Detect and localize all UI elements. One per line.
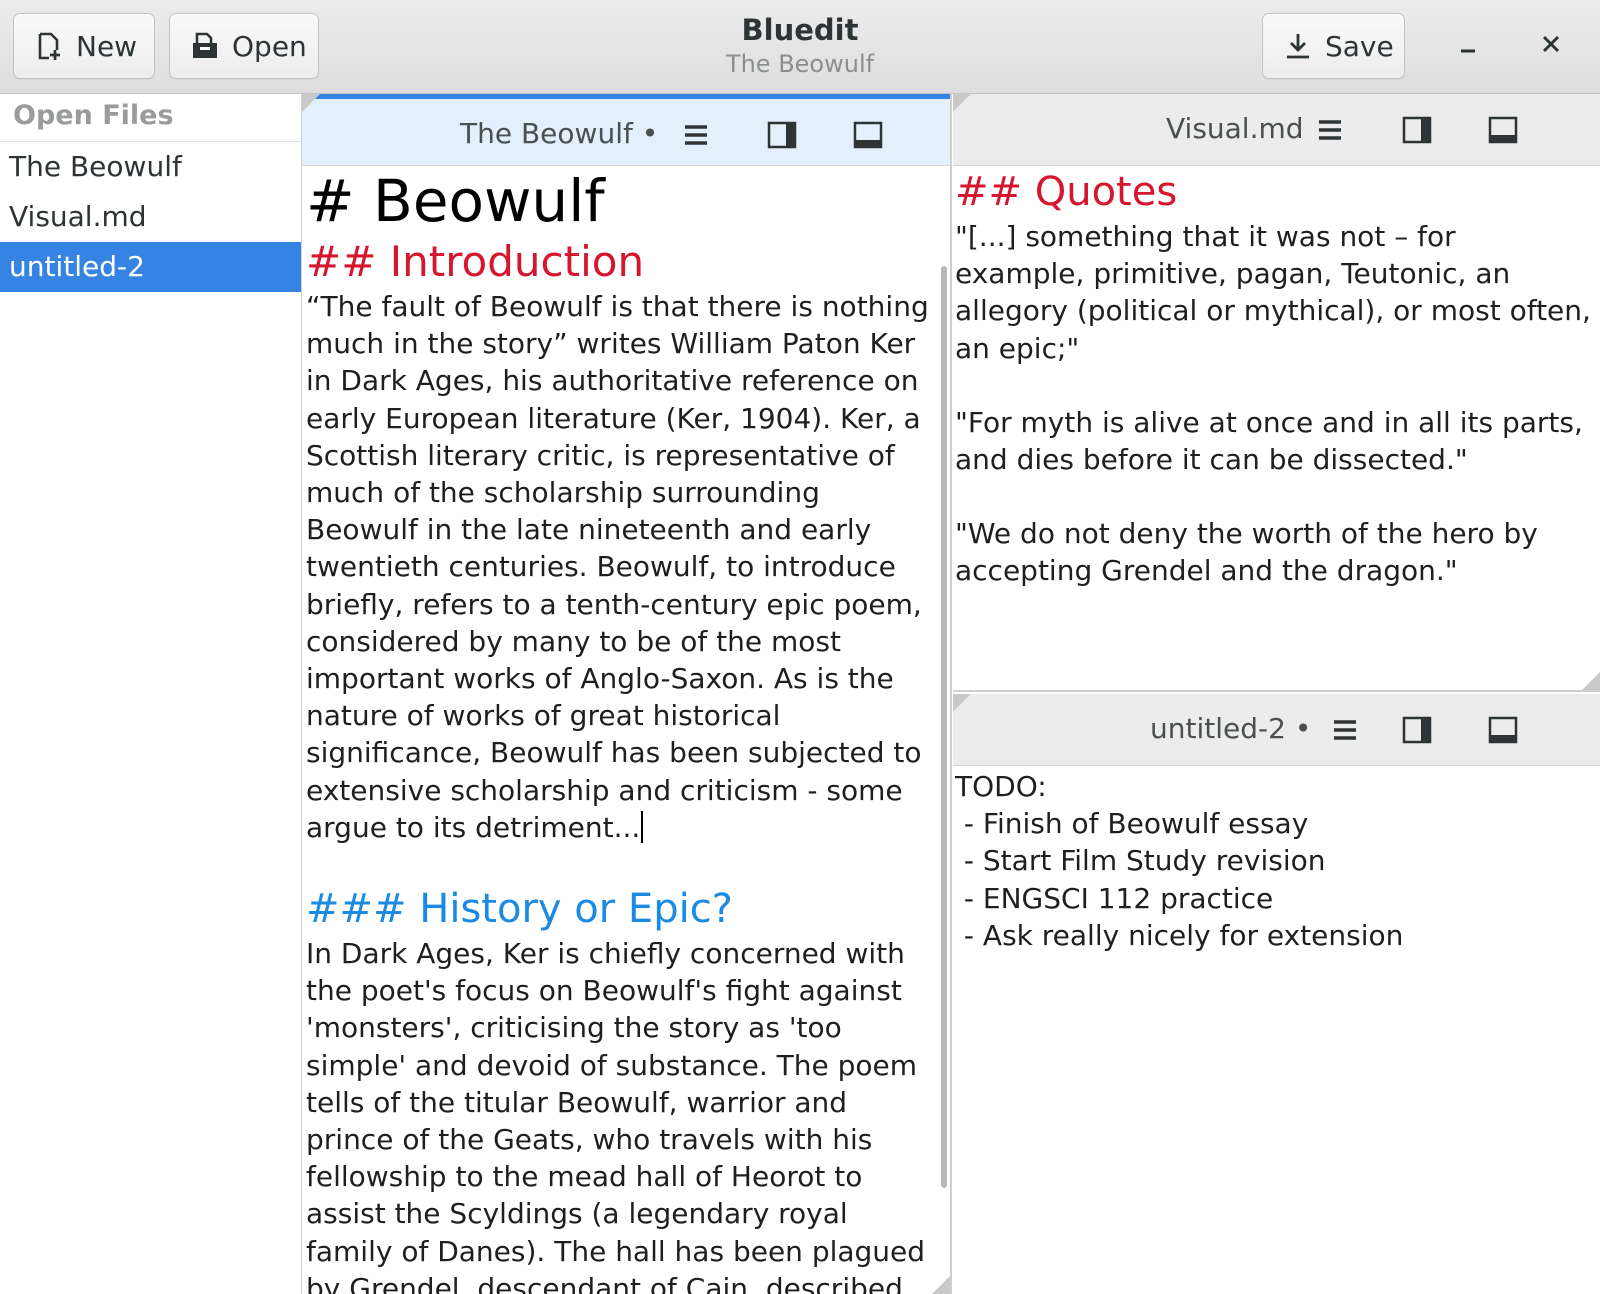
document-open-icon <box>190 31 220 61</box>
bottom-panel-icon <box>1488 716 1518 744</box>
split-down-button[interactable] <box>852 119 884 151</box>
hamburger-menu-icon <box>685 125 707 145</box>
history-paragraph: In Dark Ages, Ker is chiefly concerned w… <box>306 937 926 1294</box>
pane-corner-handle[interactable] <box>1582 672 1600 690</box>
split-right-button[interactable] <box>1401 114 1433 146</box>
header-bar: New Open Bluedit The Beowulf Save <box>0 0 1600 94</box>
split-right-button[interactable] <box>766 119 798 151</box>
pane-corner-handle[interactable] <box>953 94 971 112</box>
markdown-h3: ### History or Epic? <box>306 886 733 933</box>
editor-pane-untitled-2: untitled-2 • TODO: - Finish of Beowulf e… <box>953 694 1600 1294</box>
markdown-h2: ## Introduction <box>306 237 645 286</box>
text-caret <box>641 810 644 843</box>
text-editor[interactable]: # Beowulf ## Introduction “The fault of … <box>306 166 936 1294</box>
split-right-button[interactable] <box>1401 714 1433 746</box>
editor-pane-visual-md: Visual.md ## Quotes "[...] something tha… <box>953 94 1600 692</box>
minimize-button[interactable] <box>1446 24 1490 68</box>
text-editor[interactable]: TODO: - Finish of Beowulf essay - Start … <box>955 768 1592 1294</box>
open-files-sidebar: Open Files The Beowulf Visual.md untitle… <box>0 94 302 1294</box>
bottom-panel-icon <box>1488 116 1518 144</box>
intro-paragraph: “The fault of Beowulf is that there is n… <box>306 288 936 846</box>
sidebar-item-untitled-2[interactable]: untitled-2 <box>0 242 301 292</box>
app-title: Bluedit <box>741 13 859 47</box>
pane-corner-handle[interactable] <box>953 694 971 712</box>
todo-heading: TODO: <box>955 770 1047 803</box>
new-button[interactable]: New <box>13 13 155 79</box>
sidebar-heading: Open Files <box>0 94 301 142</box>
editor-pane-beowulf: The Beowulf • # Beowulf ## Introduction … <box>302 94 952 1294</box>
intro-text: “The fault of Beowulf is that there is n… <box>306 290 929 844</box>
save-button[interactable]: Save <box>1262 13 1405 79</box>
pane-menu-button[interactable] <box>680 119 712 151</box>
right-panel-icon <box>1402 116 1432 144</box>
quote-paragraph: "We do not deny the worth of the hero by… <box>955 517 1547 588</box>
pane-corner-handle[interactable] <box>302 94 320 112</box>
split-down-button[interactable] <box>1487 714 1519 746</box>
pane-menu-button[interactable] <box>1329 714 1361 746</box>
bottom-panel-icon <box>853 121 883 149</box>
close-icon <box>1540 33 1562 59</box>
open-button-label: Open <box>232 29 307 63</box>
sidebar-item-visual-md[interactable]: Visual.md <box>0 192 301 242</box>
app-subtitle: The Beowulf <box>725 50 875 78</box>
pane-title: untitled-2 • <box>1150 712 1312 745</box>
pane-title: Visual.md <box>1166 112 1304 145</box>
hamburger-menu-icon <box>1334 720 1356 740</box>
save-button-label: Save <box>1325 29 1394 63</box>
markdown-h2: ## Quotes <box>955 169 1178 215</box>
download-icon <box>1283 31 1313 61</box>
todo-item: - Ask really nicely for extension <box>955 918 1404 952</box>
todo-item: - Finish of Beowulf essay <box>955 807 1309 841</box>
sidebar-item-the-beowulf[interactable]: The Beowulf <box>0 142 301 192</box>
pane-header: untitled-2 • <box>953 694 1600 766</box>
todo-item: - ENGSCI 112 practice <box>955 881 1274 915</box>
todo-item: - Start Film Study revision <box>955 844 1326 878</box>
close-button[interactable] <box>1529 24 1573 68</box>
open-button[interactable]: Open <box>169 13 319 79</box>
markdown-h1: # Beowulf <box>306 167 605 235</box>
split-down-button[interactable] <box>1487 114 1519 146</box>
quote-paragraph: "[...] something that it was not – for e… <box>955 220 1591 365</box>
right-panel-icon <box>1402 716 1432 744</box>
pane-header: The Beowulf • <box>302 94 950 166</box>
window-title-area: Bluedit The Beowulf <box>600 12 1000 80</box>
new-button-label: New <box>76 29 138 63</box>
pane-header: Visual.md <box>953 94 1600 166</box>
document-new-icon <box>34 31 64 61</box>
pane-menu-button[interactable] <box>1314 114 1346 146</box>
quote-paragraph: "For myth is alive at once and in all it… <box>955 405 1592 477</box>
pane-corner-handle[interactable] <box>932 1276 950 1294</box>
scrollbar[interactable] <box>941 266 947 1188</box>
pane-title: The Beowulf • <box>460 117 659 150</box>
right-panel-icon <box>767 121 797 149</box>
text-editor[interactable]: ## Quotes "[...] something that it was n… <box>955 166 1592 690</box>
minimize-icon <box>1457 33 1479 59</box>
hamburger-menu-icon <box>1319 120 1341 140</box>
